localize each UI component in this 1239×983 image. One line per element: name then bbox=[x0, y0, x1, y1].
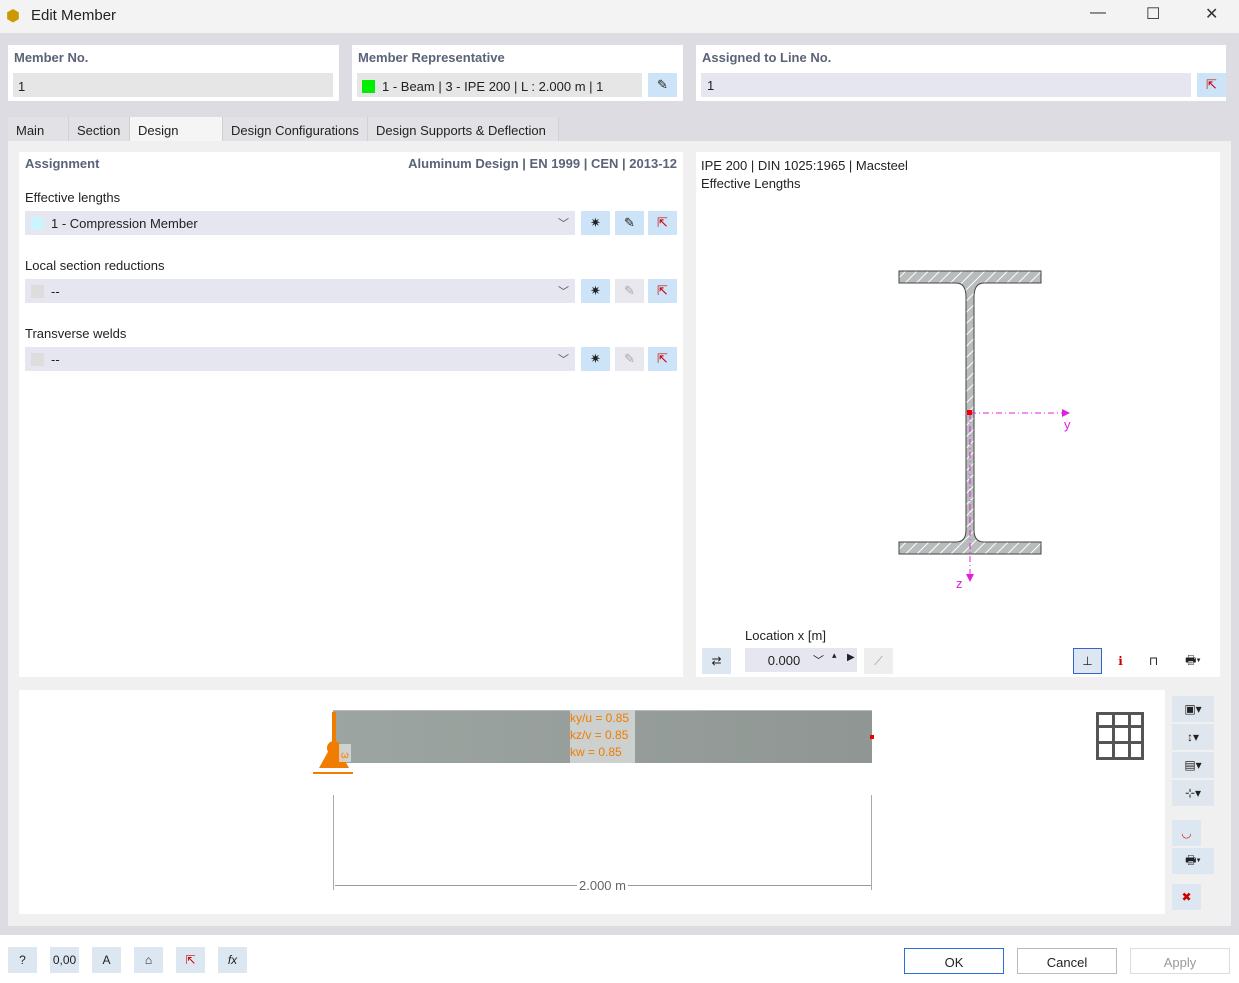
apply-button[interactable]: Apply bbox=[1130, 948, 1230, 974]
view-icon[interactable]: ⌂ bbox=[134, 947, 163, 973]
pick-button[interactable]: ⇱ bbox=[648, 347, 677, 371]
member-view-panel: ky/u = 0.85 kz/v = 0.85 kw = 0.85 ω 2.00… bbox=[19, 690, 1165, 914]
new-button[interactable]: ✷ bbox=[581, 347, 610, 371]
dimension-icon[interactable]: ⊓ bbox=[1139, 648, 1168, 674]
new-button[interactable]: ✷ bbox=[581, 279, 610, 303]
y-axis-label: y bbox=[1064, 417, 1071, 432]
spinner-icon[interactable]: ▴ bbox=[832, 650, 837, 661]
print-icon[interactable]: 🖶▾ bbox=[1172, 848, 1214, 874]
units-icon[interactable]: 0,00 bbox=[50, 947, 79, 973]
edit-member-rep-button[interactable]: ✎ bbox=[648, 73, 677, 97]
transverse-welds-label: Transverse welds bbox=[25, 326, 127, 341]
coordinate-axes-icon[interactable]: ⊹▾ bbox=[1172, 780, 1214, 806]
end-node bbox=[870, 735, 874, 739]
assignment-title: Assignment bbox=[25, 156, 100, 171]
support-icon: ω bbox=[313, 712, 353, 774]
tab-section[interactable]: Section bbox=[69, 117, 130, 142]
member-rep-value: 1 - Beam | 3 - IPE 200 | L : 2.000 m | 1 bbox=[382, 79, 604, 94]
member-rep-label: Member Representative bbox=[358, 50, 505, 65]
assigned-line-input[interactable]: 1 bbox=[701, 73, 1191, 97]
effective-lengths-value: 1 - Compression Member bbox=[51, 216, 198, 231]
reset-view-icon[interactable]: ✖ bbox=[1172, 884, 1201, 910]
chevron-down-icon[interactable]: ﹀ bbox=[813, 652, 824, 668]
local-reductions-select[interactable]: -- ﹀ bbox=[25, 279, 575, 303]
close-button[interactable]: ✕ bbox=[1205, 4, 1218, 24]
tab-design-types[interactable]: Design Types bbox=[130, 117, 223, 153]
location-input[interactable]: 0.000 bbox=[745, 648, 857, 672]
formula-icon[interactable]: fx bbox=[218, 947, 247, 973]
effective-lengths-label: Effective lengths bbox=[25, 190, 121, 205]
color-swatch bbox=[362, 80, 375, 93]
kz-value: kz/v = 0.85 bbox=[570, 728, 629, 742]
section-view-panel: IPE 200 | DIN 1025:1965 | Macsteel Effec… bbox=[696, 152, 1220, 677]
axis-view-icon[interactable]: ↕▾ bbox=[1172, 724, 1214, 750]
axes-toggle-icon[interactable]: ⊥ bbox=[1073, 648, 1102, 674]
edit-button[interactable]: ✎ bbox=[615, 279, 644, 303]
display-cube-icon[interactable]: ▣▾ bbox=[1172, 696, 1214, 722]
transverse-welds-select[interactable]: -- ﹀ bbox=[25, 347, 575, 371]
section-drawing: y z bbox=[898, 270, 1071, 591]
view-cube-icon[interactable] bbox=[1096, 712, 1144, 760]
ok-button[interactable]: OK bbox=[904, 948, 1004, 974]
pick-location-icon[interactable]: ⟋ bbox=[864, 648, 893, 674]
member-no-panel: Member No. 1 bbox=[8, 45, 339, 101]
member-no-label: Member No. bbox=[14, 50, 89, 65]
member-no-input[interactable]: 1 bbox=[13, 73, 333, 97]
title-bar: ⬢ Edit Member — ☐ ✕ bbox=[0, 0, 1239, 33]
design-standard: Aluminum Design | EN 1999 | CEN | 2013-1… bbox=[408, 156, 677, 171]
help-icon[interactable]: ? bbox=[8, 947, 37, 973]
local-reductions-value: -- bbox=[51, 284, 60, 299]
chevron-down-icon: ﹀ bbox=[558, 354, 569, 366]
support-label: ω bbox=[341, 750, 349, 761]
tab-design-supports[interactable]: Design Supports & Deflection bbox=[368, 117, 559, 142]
render-icon[interactable]: ▤▾ bbox=[1172, 752, 1214, 778]
info-icon[interactable]: ℹ bbox=[1106, 648, 1135, 674]
window-title: Edit Member bbox=[31, 7, 117, 24]
tab-main[interactable]: Main bbox=[8, 117, 69, 142]
app-icon: ⬢ bbox=[6, 8, 20, 25]
new-button[interactable]: ✷ bbox=[581, 211, 610, 235]
deformation-icon[interactable]: ◡ bbox=[1172, 820, 1201, 846]
kw-value: kw = 0.85 bbox=[570, 745, 622, 759]
pick-icon[interactable]: ⇱ bbox=[176, 947, 205, 973]
member-rep-panel: Member Representative 1 - Beam | 3 - IPE… bbox=[352, 45, 683, 101]
sync-icon[interactable]: ⇄ bbox=[702, 648, 731, 674]
pick-button[interactable]: ⇱ bbox=[648, 279, 677, 303]
ky-value: ky/u = 0.85 bbox=[570, 711, 630, 725]
effective-length-label: ky/u = 0.85 kz/v = 0.85 kw = 0.85 bbox=[570, 710, 635, 763]
z-axis-label: z bbox=[956, 576, 963, 591]
edit-button[interactable]: ✎ bbox=[615, 347, 644, 371]
pick-line-button[interactable]: ⇱ bbox=[1197, 73, 1226, 97]
maximize-button[interactable]: ☐ bbox=[1146, 4, 1160, 24]
dimension-line bbox=[333, 795, 334, 890]
next-arrow-icon[interactable]: ▶ bbox=[847, 652, 855, 663]
member-rep-select[interactable]: 1 - Beam | 3 - IPE 200 | L : 2.000 m | 1 bbox=[357, 73, 642, 97]
length-dimension: 2.000 m bbox=[577, 878, 628, 893]
assigned-line-panel: Assigned to Line No. 1 ⇱ bbox=[696, 45, 1226, 101]
pick-button[interactable]: ⇱ bbox=[648, 211, 677, 235]
cancel-button[interactable]: Cancel bbox=[1017, 948, 1117, 974]
assignment-panel: Assignment Aluminum Design | EN 1999 | C… bbox=[19, 152, 683, 677]
transverse-welds-value: -- bbox=[51, 352, 60, 367]
text-icon[interactable]: A bbox=[92, 947, 121, 973]
chevron-down-icon: ﹀ bbox=[558, 218, 569, 230]
minimize-button[interactable]: — bbox=[1090, 4, 1106, 22]
effective-lengths-select[interactable]: 1 - Compression Member ﹀ bbox=[25, 211, 575, 235]
chevron-down-icon: ﹀ bbox=[558, 286, 569, 298]
assigned-line-label: Assigned to Line No. bbox=[702, 50, 832, 65]
edit-button[interactable]: ✎ bbox=[615, 211, 644, 235]
dimension-line bbox=[871, 795, 872, 890]
tab-design-configurations[interactable]: Design Configurations bbox=[223, 117, 368, 142]
print-icon[interactable]: 🖶▾ bbox=[1172, 648, 1214, 674]
local-reductions-label: Local section reductions bbox=[25, 258, 165, 273]
location-label: Location x [m] bbox=[745, 628, 826, 643]
